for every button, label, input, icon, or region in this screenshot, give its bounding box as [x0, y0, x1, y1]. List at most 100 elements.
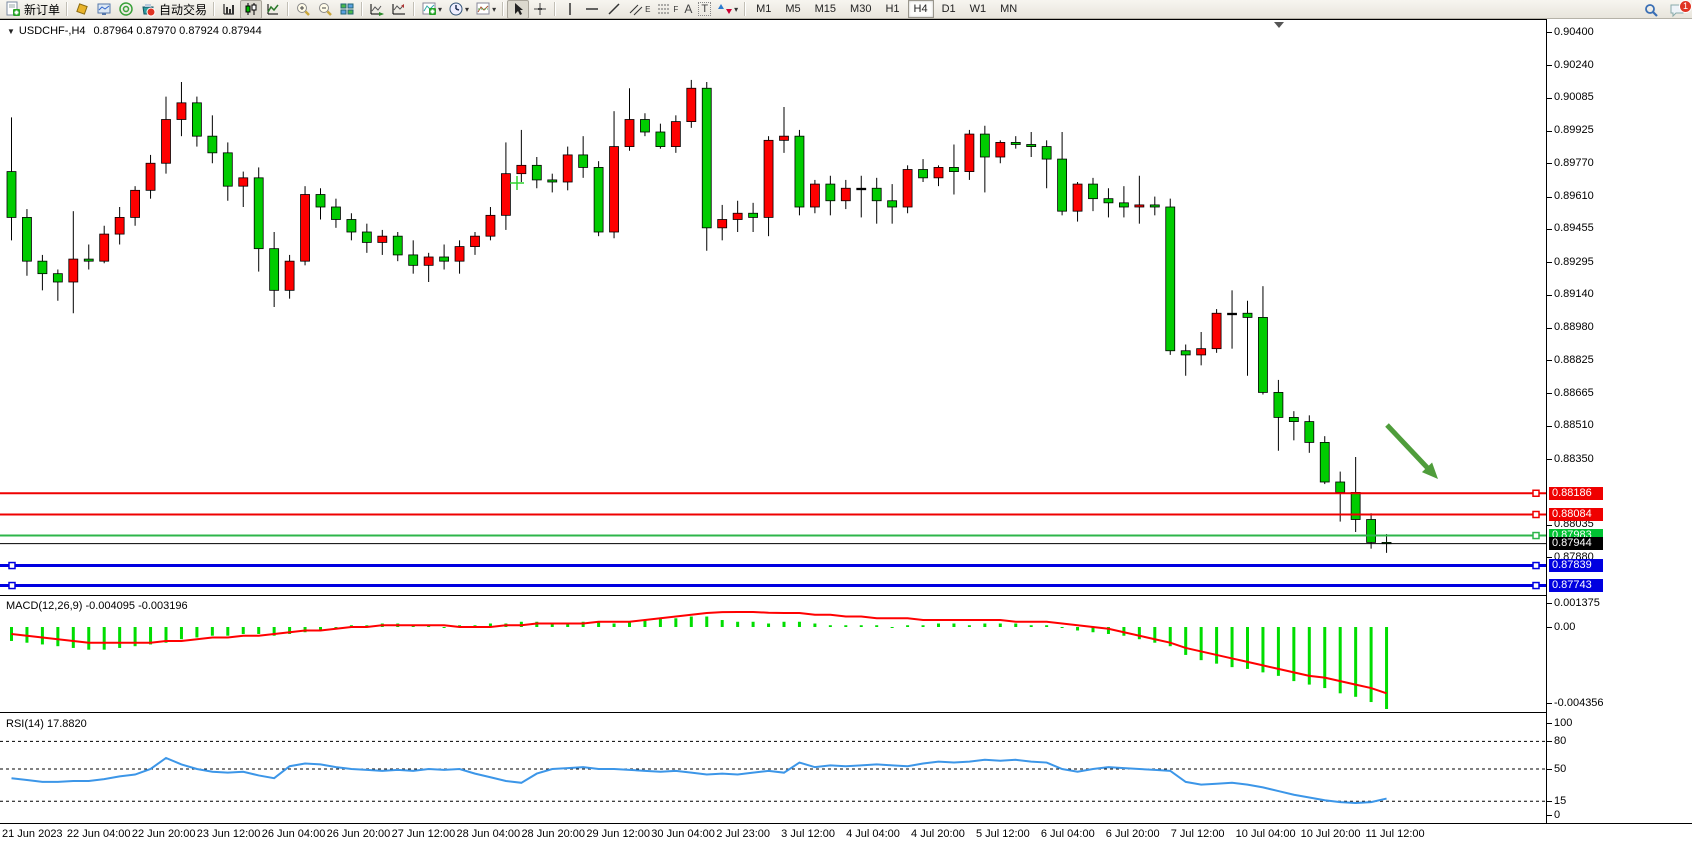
templates-button[interactable]: ▾	[472, 0, 499, 19]
autoscroll-button[interactable]	[366, 0, 388, 19]
rsi-scale-label: 50	[1554, 763, 1566, 775]
candle-body	[223, 153, 232, 186]
equidistant-channel-button[interactable]: E	[625, 0, 653, 19]
timeframe-bar: M1M5M15M30H1H4D1W1MN	[749, 0, 1024, 18]
time-tick-label: 26 Jun 04:00	[262, 828, 326, 840]
line-chart-button[interactable]	[262, 0, 284, 19]
line-handle[interactable]	[9, 583, 15, 589]
line-handle[interactable]	[1533, 533, 1539, 539]
macd-scale-label: -0.004356	[1554, 697, 1604, 709]
candle-body	[841, 188, 850, 201]
channel-glyph: E	[645, 5, 650, 14]
autotrading-icon	[140, 1, 156, 17]
line-handle[interactable]	[1533, 583, 1539, 589]
horizontal-line-button[interactable]	[581, 0, 603, 19]
candle-body	[53, 274, 62, 282]
axis-tick	[1547, 163, 1552, 164]
candle-body	[810, 184, 819, 207]
indicators-icon	[421, 1, 437, 17]
notifications-button[interactable]: 1	[1666, 0, 1688, 19]
rsi-scale-label: 100	[1554, 717, 1572, 729]
market-watch-button[interactable]	[71, 0, 93, 19]
macd-histogram-bar	[1045, 625, 1048, 627]
panel-divider	[0, 712, 1546, 713]
panel-border	[0, 19, 1546, 20]
candle-body	[980, 134, 989, 157]
timeframe-M15[interactable]: M15	[809, 0, 842, 18]
line-handle[interactable]	[1533, 563, 1539, 569]
candle-body	[1166, 207, 1175, 351]
timeframe-M5[interactable]: M5	[779, 0, 806, 18]
line-handle[interactable]	[1533, 512, 1539, 518]
separator	[213, 2, 215, 16]
tile-windows-button[interactable]	[336, 0, 358, 19]
macd-histogram-bar	[1231, 627, 1234, 667]
indicators-button[interactable]: ▾	[418, 0, 445, 19]
candlestick-chart-button[interactable]	[240, 0, 262, 19]
annotation-arrow[interactable]	[1387, 425, 1431, 472]
price-axis[interactable]: 0.904000.902400.900850.899250.897700.896…	[1546, 19, 1692, 823]
fibonacci-button[interactable]: F	[653, 0, 681, 19]
autotrading-button[interactable]: 自动交易	[137, 0, 210, 19]
macd-histogram-bar	[721, 620, 724, 627]
timeframe-D1[interactable]: D1	[936, 0, 962, 18]
candle-body	[424, 257, 433, 265]
macd-histogram-bar	[443, 627, 446, 628]
macd-histogram-bar	[999, 624, 1002, 627]
expander-icon[interactable]: ▼	[7, 27, 15, 36]
search-button[interactable]	[1640, 0, 1662, 19]
time-tick-label: 28 Jun 20:00	[521, 828, 585, 840]
rsi-panel[interactable]	[0, 714, 1546, 822]
macd-histogram-bar	[798, 622, 801, 627]
trendline-icon	[606, 1, 622, 17]
zoom-in-button[interactable]	[292, 0, 314, 19]
crosshair-button[interactable]	[529, 0, 551, 19]
macd-histogram-bar	[659, 618, 662, 627]
chevron-down-icon: ▾	[438, 5, 442, 14]
vertical-line-button[interactable]	[559, 0, 581, 19]
periods-button[interactable]: ▾	[445, 0, 472, 19]
arrows-button[interactable]: ▾	[714, 0, 741, 19]
chart-shift-button[interactable]	[388, 0, 410, 19]
price-tick-label: 0.88980	[1554, 321, 1594, 333]
time-axis[interactable]: 21 Jun 202322 Jun 04:0022 Jun 20:0023 Ju…	[0, 823, 1692, 845]
candle-body	[718, 220, 727, 228]
time-tick-label: 26 Jun 20:00	[327, 828, 391, 840]
timeframe-W1[interactable]: W1	[964, 0, 993, 18]
text-button[interactable]: A	[681, 0, 695, 19]
macd-histogram-bar	[103, 627, 106, 650]
macd-panel[interactable]	[0, 597, 1546, 714]
timeframe-MN[interactable]: MN	[994, 0, 1023, 18]
cursor-button[interactable]	[507, 0, 529, 19]
trendline-button[interactable]	[603, 0, 625, 19]
candle-body	[949, 167, 958, 171]
horizontal-line-icon	[584, 1, 600, 17]
candle-body	[316, 195, 325, 208]
time-tick-label: 7 Jul 12:00	[1171, 828, 1225, 840]
candle-body	[331, 207, 340, 220]
line-handle[interactable]	[1533, 490, 1539, 496]
bar-chart-button[interactable]	[218, 0, 240, 19]
channel-icon	[628, 1, 644, 17]
line-handle[interactable]	[9, 563, 15, 569]
candle-body	[7, 172, 16, 218]
data-window-button[interactable]	[93, 0, 115, 19]
timeframe-H1[interactable]: H1	[879, 0, 905, 18]
candle-body	[22, 217, 31, 261]
timeframe-H4[interactable]: H4	[908, 0, 934, 18]
zoom-out-button[interactable]	[314, 0, 336, 19]
candle-body	[1320, 442, 1329, 482]
rsi-line	[12, 758, 1387, 803]
text-label-button[interactable]: T	[695, 0, 714, 19]
main-chart-panel[interactable]	[0, 19, 1546, 594]
timeframe-M30[interactable]: M30	[844, 0, 877, 18]
candle-body	[1305, 422, 1314, 443]
price-tick-label: 0.90240	[1554, 59, 1594, 71]
macd-histogram-bar	[1385, 627, 1388, 709]
candle-body	[1011, 142, 1020, 144]
new-order-button[interactable]: 新订单	[2, 0, 63, 19]
candle-body	[455, 247, 464, 262]
timeframe-M1[interactable]: M1	[750, 0, 777, 18]
signals-button[interactable]	[115, 0, 137, 19]
candle-body	[285, 261, 294, 290]
